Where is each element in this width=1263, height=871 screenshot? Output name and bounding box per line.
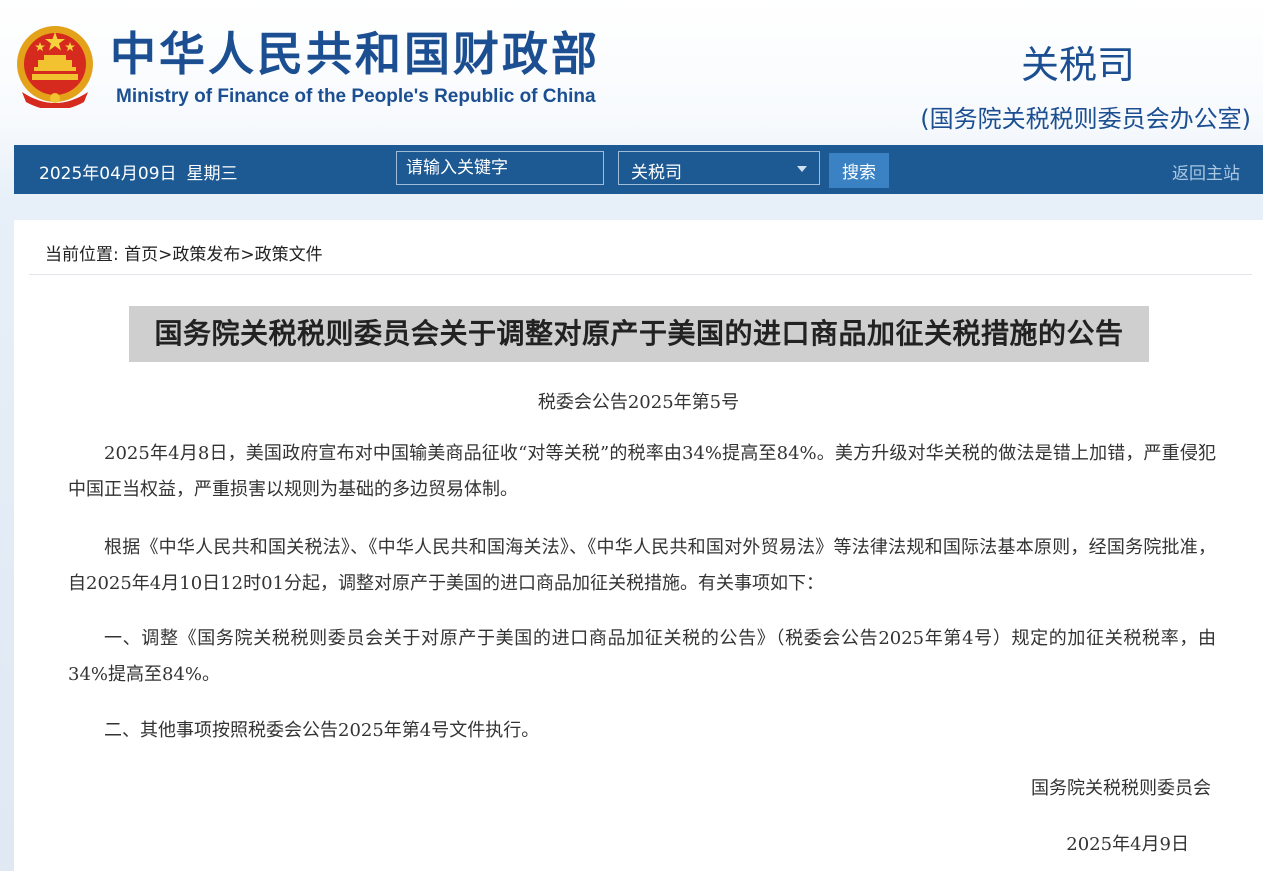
search-scope-select[interactable]: 关税司 [618,151,820,185]
divider [29,274,1252,275]
breadcrumb: 当前位置: 首页>政策发布>政策文件 [45,240,323,265]
breadcrumb-home[interactable]: 首页 [124,245,158,265]
chevron-down-icon [797,166,807,172]
article-title: 国务院关税税则委员会关于调整对原产于美国的进口商品加征关税措施的公告 [129,306,1149,362]
search-scope-value: 关税司 [631,163,682,183]
weekday-text: 星期三 [186,164,238,184]
return-home-link[interactable]: 返回主站 [1172,159,1240,184]
article-paragraph: 二、其他事项按照税委会公告2025年第4号文件执行。 [104,720,540,741]
breadcrumb-policy-documents[interactable]: 政策文件 [255,245,323,265]
breadcrumb-separator: > [158,245,173,265]
search-button[interactable]: 搜索 [829,153,889,188]
ministry-title-cn: 中华人民共和国财政部 [110,27,600,81]
nav-bar: 2025年04月09日星期三 关税司 搜索 返回主站 [14,145,1263,194]
current-date: 2025年04月09日 星期三 [39,159,238,184]
document-number: 税委会公告2025年第5号 [537,392,740,413]
issue-date: 2025年4月9日 [1066,834,1189,855]
article-paragraph: 一、调整《国务院关税税则委员会关于对原产于美国的进口商品加征关税的公告》（税委会… [68,628,1216,685]
breadcrumb-policy-release[interactable]: 政策发布 [172,245,240,265]
issuer-signature: 国务院关税税则委员会 [1031,778,1211,799]
site-header: 中华人民共和国财政部 Ministry of Finance of the Pe… [0,0,1263,145]
article-paragraph: 2025年4月8日，美国政府宣布对中国输美商品征收“对等关税”的税率由34%提高… [68,443,1216,500]
department-name: 关税司 [1020,43,1135,87]
department-subtitle: (国务院关税税则委员会办公室) [920,105,1251,133]
date-text: 2025年04月09日 [39,164,177,184]
search-input[interactable] [396,151,604,185]
national-emblem-icon [17,26,93,108]
breadcrumb-separator: > [240,245,255,265]
ministry-title-en: Ministry of Finance of the People's Repu… [116,86,596,107]
breadcrumb-prefix: 当前位置: [45,245,119,265]
article-paragraph: 根据《中华人民共和国关税法》、《中华人民共和国海关法》、《中华人民共和国对外贸易… [68,537,1216,594]
main-content: 当前位置: 首页>政策发布>政策文件 国务院关税税则委员会关于调整对原产于美国的… [14,220,1263,871]
